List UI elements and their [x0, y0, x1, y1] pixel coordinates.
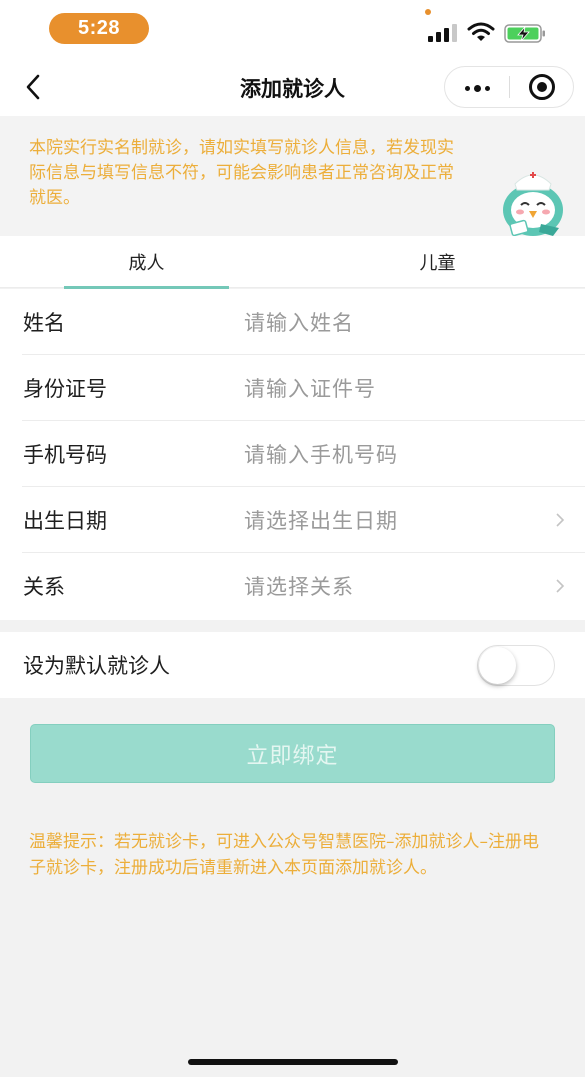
id-number-field[interactable]: 身份证号 请输入证件号: [0, 355, 585, 421]
close-target-icon[interactable]: [510, 67, 574, 107]
name-input[interactable]: 请输入姓名: [244, 289, 354, 355]
battery-charging-icon: [504, 24, 545, 43]
birth-date-label: 出生日期: [23, 509, 107, 533]
default-patient-row: 设为默认就诊人: [0, 632, 585, 698]
name-field[interactable]: 姓名 请输入姓名: [0, 289, 585, 355]
nurse-bird-mascot-icon: [503, 172, 563, 237]
tab-adult[interactable]: 成人: [64, 236, 229, 288]
nav-bar: 添加就诊人: [0, 56, 585, 116]
real-name-notice: 本院实行实名制就诊，请如实填写就诊人信息，若发现实际信息与填写信息不符，可能会影…: [0, 116, 585, 237]
id-number-label: 身份证号: [23, 377, 107, 401]
toggle-knob: [479, 647, 516, 684]
phone-label: 手机号码: [23, 443, 107, 467]
warm-tip-text: 温馨提示：若无就诊卡，可进入公众号智慧医院–添加就诊人–注册电子就诊卡，注册成功…: [29, 832, 539, 878]
chevron-right-icon: [556, 513, 565, 527]
phone-field[interactable]: 手机号码 请输入手机号码: [0, 421, 585, 487]
default-patient-toggle[interactable]: [477, 645, 555, 686]
birth-date-picker[interactable]: 请选择出生日期: [244, 487, 398, 553]
birth-date-field[interactable]: 出生日期 请选择出生日期: [0, 487, 585, 553]
more-dots-icon[interactable]: [445, 67, 509, 107]
relationship-picker[interactable]: 请选择关系: [244, 553, 354, 619]
notice-text: 本院实行实名制就诊，请如实填写就诊人信息，若发现实际信息与填写信息不符，可能会影…: [29, 138, 454, 208]
relationship-label: 关系: [23, 575, 65, 599]
name-label: 姓名: [23, 311, 65, 335]
patient-form: 姓名 请输入姓名 身份证号 请输入证件号 手机号码 请输入手机号码 出生日期 请…: [0, 289, 585, 620]
cellular-signal-icon: [428, 24, 458, 42]
phone-input[interactable]: 请输入手机号码: [244, 421, 398, 487]
mini-program-capsule: [444, 66, 574, 108]
chevron-right-icon: [556, 579, 565, 593]
wifi-icon: [467, 22, 495, 41]
tab-child[interactable]: 儿童: [355, 236, 520, 288]
patient-type-tabs: 成人 儿童: [0, 236, 585, 289]
default-patient-label: 设为默认就诊人: [23, 654, 170, 678]
status-time: 5:28: [49, 13, 149, 44]
home-indicator: [188, 1059, 398, 1065]
privacy-indicator-dot: [425, 9, 431, 15]
status-bar: 5:28: [0, 0, 585, 56]
id-number-input[interactable]: 请输入证件号: [244, 355, 376, 421]
relationship-field[interactable]: 关系 请选择关系: [0, 553, 585, 619]
bind-button[interactable]: 立即绑定: [30, 724, 555, 783]
